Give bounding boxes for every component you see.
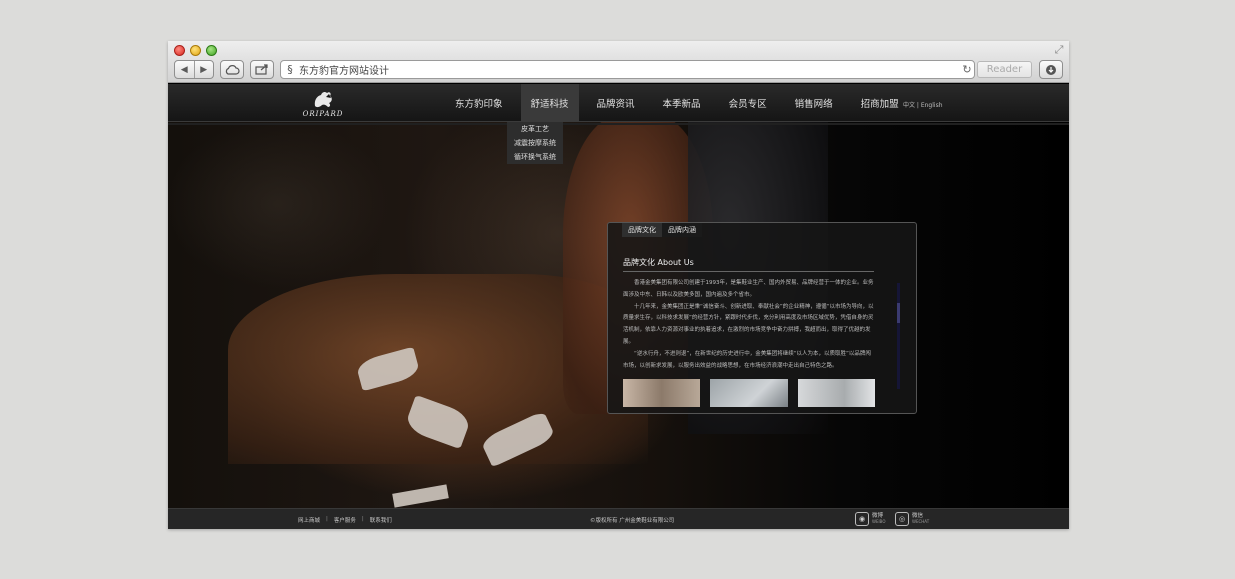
close-window-button[interactable] <box>174 45 185 56</box>
footer-links: 网上商城 | 客户服务 | 联系我们 <box>298 516 392 524</box>
thumbnail-image[interactable] <box>710 379 788 407</box>
weibo-sublabel: WEIBO <box>872 519 886 524</box>
dropdown-item-ventilation-system[interactable]: 循环换气系统 <box>507 150 563 164</box>
forward-button[interactable]: ▶ <box>195 61 214 78</box>
wechat-sublabel: WECHAT <box>912 519 930 524</box>
leopard-logo-icon <box>314 91 332 108</box>
panel-scrollbar[interactable] <box>897 283 900 389</box>
reader-button[interactable]: Reader <box>977 61 1032 78</box>
site-header: ORIPARD 东方豹印象 舒适科技 品牌资讯 本季新品 会员专区 销售网络 招… <box>168 84 1069 122</box>
leather-pattern-piece <box>392 484 449 508</box>
panel-title: 品牌文化 About Us <box>623 258 694 267</box>
paragraph: “逆水行舟，不进则退”，在新世纪的历史进行中，金美集团将继续“以人为本，以质取胜… <box>623 350 871 369</box>
address-text: 东方豹官方网站设计 <box>299 66 389 77</box>
weibo-icon: ◉ <box>855 512 869 526</box>
main-nav: 东方豹印象 舒适科技 品牌资讯 本季新品 会员专区 销售网络 招商加盟 <box>445 84 917 122</box>
logo-text: ORIPARD <box>302 110 344 118</box>
nav-item-members[interactable]: 会员专区 <box>719 84 777 122</box>
weibo-link[interactable]: ◉ 微博 WEIBO <box>855 512 885 526</box>
browser-window: ⤢ ◀ ▶ § 东方豹官方网站设计 ↻ Reader ORIPARD 东方豹印象… <box>168 41 1069 529</box>
cloud-icon <box>225 64 240 75</box>
thumbnail-image[interactable] <box>623 379 701 407</box>
nav-item-brand-news[interactable]: 品牌资讯 <box>587 84 645 122</box>
download-icon <box>1046 64 1056 75</box>
footer-separator: | <box>361 516 364 522</box>
tab-brand-culture[interactable]: 品牌文化 <box>622 223 662 237</box>
thumbnail-image[interactable] <box>797 379 875 407</box>
tab-brand-connotation[interactable]: 品牌内涵 <box>662 223 702 237</box>
zoom-window-button[interactable] <box>206 45 217 56</box>
brand-info-panel: 品牌文化 品牌内涵 品牌文化 About Us 香港金美集团有限公司创建于199… <box>607 222 917 414</box>
site-favicon-icon: § <box>287 63 293 76</box>
dropdown-item-massage-system[interactable]: 减震按摩系统 <box>507 136 563 150</box>
panel-tabs: 品牌文化 品牌内涵 <box>622 223 702 237</box>
header-divider <box>168 123 1069 125</box>
paragraph: 香港金美集团有限公司创建于1993年，是集鞋业生产、国内外贸易、品牌经营于一体的… <box>623 280 874 298</box>
dropdown-item-leather-craft[interactable]: 皮革工艺 <box>507 122 563 136</box>
nav-item-impression[interactable]: 东方豹印象 <box>445 84 513 122</box>
share-button[interactable] <box>250 60 274 79</box>
downloads-button[interactable] <box>1039 60 1063 79</box>
minimize-window-button[interactable] <box>190 45 201 56</box>
panel-divider <box>623 271 874 272</box>
share-icon <box>255 64 268 75</box>
nav-item-sales-network[interactable]: 销售网络 <box>785 84 843 122</box>
icloud-tabs-button[interactable] <box>220 60 244 79</box>
nav-item-comfort-tech[interactable]: 舒适科技 <box>520 84 579 122</box>
footer-link-contact[interactable]: 联系我们 <box>370 516 392 524</box>
nav-item-franchise[interactable]: 招商加盟 <box>851 84 909 122</box>
back-forward-group: ◀ ▶ <box>174 60 214 79</box>
nav-item-new-season[interactable]: 本季新品 <box>653 84 711 122</box>
wechat-icon: ◎ <box>895 512 909 526</box>
language-switch[interactable]: 中文 | English <box>903 100 943 109</box>
comfort-tech-dropdown: 皮革工艺 减震按摩系统 循环换气系统 <box>507 122 563 164</box>
site-footer: 网上商城 | 客户服务 | 联系我们 ©版权所有 广州金美鞋业有限公司 ◉ 微博… <box>168 508 1069 529</box>
wechat-link[interactable]: ◎ 微信 WECHAT <box>895 512 929 526</box>
site-logo[interactable]: ORIPARD <box>298 88 348 118</box>
back-button[interactable]: ◀ <box>175 61 195 78</box>
footer-link-service[interactable]: 客户服务 <box>334 516 356 524</box>
footer-separator: | <box>326 516 328 522</box>
panel-scroll-thumb[interactable] <box>897 303 900 323</box>
copyright-text: ©版权所有 广州金美鞋业有限公司 <box>590 518 675 524</box>
panel-body: 香港金美集团有限公司创建于1993年，是集鞋业生产、国内外贸易、品牌经营于一体的… <box>623 278 875 372</box>
reload-icon[interactable]: ↻ <box>960 63 974 76</box>
address-bar[interactable]: § 东方豹官方网站设计 ↻ <box>280 60 975 79</box>
footer-link-shop[interactable]: 网上商城 <box>298 516 320 524</box>
paragraph: 十几年来，金美集团正是秉“诚信奋斗、创新进取、奉献社会”的企业精神，遵循“以市场… <box>623 303 874 345</box>
website-viewport: ORIPARD 东方豹印象 舒适科技 品牌资讯 本季新品 会员专区 销售网络 招… <box>168 84 1069 529</box>
browser-toolbar: ⤢ ◀ ▶ § 东方豹官方网站设计 ↻ Reader <box>168 41 1069 83</box>
thumbnail-strip <box>623 379 875 407</box>
fullscreen-icon[interactable]: ⤢ <box>1053 44 1065 56</box>
